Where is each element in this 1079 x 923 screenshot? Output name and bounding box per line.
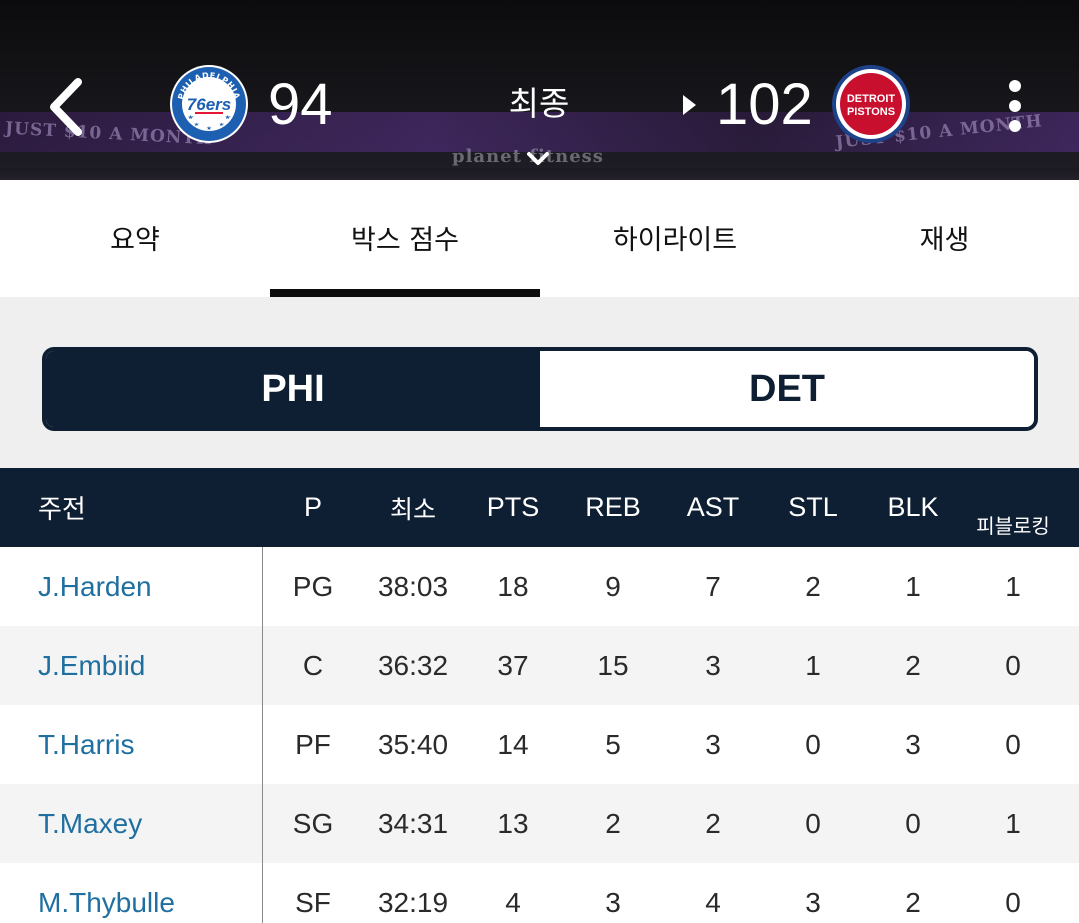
- more-vertical-icon: [1009, 80, 1021, 132]
- column-header-minutes[interactable]: 최소: [363, 468, 463, 547]
- column-header-blocked[interactable]: 피블로킹: [963, 468, 1063, 547]
- tab-box-score[interactable]: 박스 점수: [270, 180, 540, 297]
- player-pts: 18: [497, 570, 529, 602]
- team-toggle-phi[interactable]: PHI: [46, 351, 540, 427]
- player-name-link[interactable]: J.Embiid: [38, 626, 145, 705]
- player-minutes: 36:32: [377, 649, 449, 681]
- player-reb: 5: [605, 728, 621, 760]
- team-toggle-det[interactable]: DET: [540, 351, 1034, 427]
- player-pts: 14: [497, 728, 529, 760]
- starters-header: 주전: [38, 495, 86, 525]
- player-position: C: [302, 649, 324, 681]
- column-header-ast[interactable]: AST: [663, 468, 763, 547]
- column-header-pts[interactable]: PTS: [463, 468, 563, 547]
- player-blocked: 1: [1005, 570, 1021, 602]
- player-ast: 7: [705, 570, 721, 602]
- sixers-logo-icon: PHILADELPHIA 76ers: [170, 65, 248, 143]
- table-row[interactable]: J.Embiid C 36:32 37 15 3 1 2 0: [0, 626, 1079, 705]
- back-chevron-icon: [50, 78, 82, 136]
- player-pts: 37: [497, 649, 529, 681]
- player-minutes: 32:19: [377, 886, 449, 918]
- tab-summary[interactable]: 요약: [0, 180, 270, 297]
- player-minutes: 34:31: [377, 807, 449, 839]
- player-pts: 4: [505, 886, 521, 918]
- player-minutes: 35:40: [377, 728, 449, 760]
- home-team-logo[interactable]: PHILADELPHIA 76ers: [169, 64, 249, 144]
- player-stl: 1: [805, 649, 821, 681]
- svg-text:DETROIT: DETROIT: [847, 93, 896, 105]
- column-header-blk[interactable]: BLK: [863, 468, 963, 547]
- away-score: 102: [716, 72, 813, 137]
- team-toggle: PHI DET: [42, 347, 1038, 431]
- home-score: 94: [268, 72, 333, 137]
- player-reb: 9: [605, 570, 621, 602]
- player-ast: 4: [705, 886, 721, 918]
- player-position: SG: [292, 807, 334, 839]
- table-row[interactable]: T.Maxey SG 34:31 13 2 2 0 0 1: [0, 784, 1079, 863]
- player-position: SF: [295, 886, 331, 918]
- game-header: JUST $10 A MONTH planet fitness JUST $10…: [0, 0, 1079, 180]
- column-header-position[interactable]: P: [268, 468, 358, 547]
- player-name-link[interactable]: T.Maxey: [38, 784, 142, 863]
- player-reb: 15: [597, 649, 629, 681]
- player-name-link[interactable]: T.Harris: [38, 705, 134, 784]
- back-button[interactable]: [40, 72, 100, 142]
- tab-play-by-play[interactable]: 재생: [810, 180, 1079, 297]
- player-blocked: 0: [1005, 649, 1021, 681]
- more-options-button[interactable]: [996, 76, 1034, 138]
- player-stl: 0: [805, 807, 821, 839]
- table-header: 주전 P 최소 PTS REB AST STL BLK 피블로킹: [0, 468, 1079, 547]
- player-position: PF: [295, 728, 331, 760]
- player-ast: 3: [705, 728, 721, 760]
- player-stl: 3: [805, 886, 821, 918]
- player-reb: 2: [605, 807, 621, 839]
- game-status: 최종: [508, 84, 570, 123]
- player-name-link[interactable]: M.Thybulle: [38, 863, 175, 923]
- player-minutes: 38:03: [377, 570, 449, 602]
- column-header-stl[interactable]: STL: [763, 468, 863, 547]
- pistons-logo-icon: DETROIT PISTONS: [832, 65, 910, 143]
- player-position: PG: [292, 570, 334, 602]
- player-blocked: 0: [1005, 728, 1021, 760]
- player-stl: 2: [805, 570, 821, 602]
- name-column-divider: [262, 547, 263, 923]
- player-name-link[interactable]: J.Harden: [38, 547, 152, 626]
- player-blk: 3: [905, 728, 921, 760]
- player-blk: 2: [905, 649, 921, 681]
- player-blocked: 1: [1005, 807, 1021, 839]
- player-blk: 0: [905, 807, 921, 839]
- player-blk: 2: [905, 886, 921, 918]
- winner-arrow-icon: [683, 95, 696, 115]
- column-header-reb[interactable]: REB: [563, 468, 663, 547]
- svg-text:PISTONS: PISTONS: [847, 106, 895, 118]
- table-row[interactable]: T.Harris PF 35:40 14 5 3 0 3 0: [0, 705, 1079, 784]
- box-score-table: 주전 P 최소 PTS REB AST STL BLK 피블로킹 J.Harde…: [0, 468, 1079, 923]
- table-row[interactable]: J.Harden PG 38:03 18 9 7 2 1 1: [0, 547, 1079, 626]
- svg-text:76ers: 76ers: [187, 95, 231, 114]
- player-blocked: 0: [1005, 886, 1021, 918]
- expand-scoreboard-button[interactable]: [524, 148, 552, 170]
- tab-highlights[interactable]: 하이라이트: [540, 180, 810, 297]
- player-ast: 3: [705, 649, 721, 681]
- player-ast: 2: [705, 807, 721, 839]
- table-row[interactable]: M.Thybulle SF 32:19 4 3 4 3 2 0: [0, 863, 1079, 923]
- chevron-down-icon: [527, 152, 549, 165]
- player-pts: 13: [497, 807, 529, 839]
- game-tabs: 요약 박스 점수 하이라이트 재생: [0, 180, 1079, 297]
- player-blk: 1: [905, 570, 921, 602]
- player-reb: 3: [605, 886, 621, 918]
- player-stl: 0: [805, 728, 821, 760]
- away-team-logo[interactable]: DETROIT PISTONS: [831, 64, 911, 144]
